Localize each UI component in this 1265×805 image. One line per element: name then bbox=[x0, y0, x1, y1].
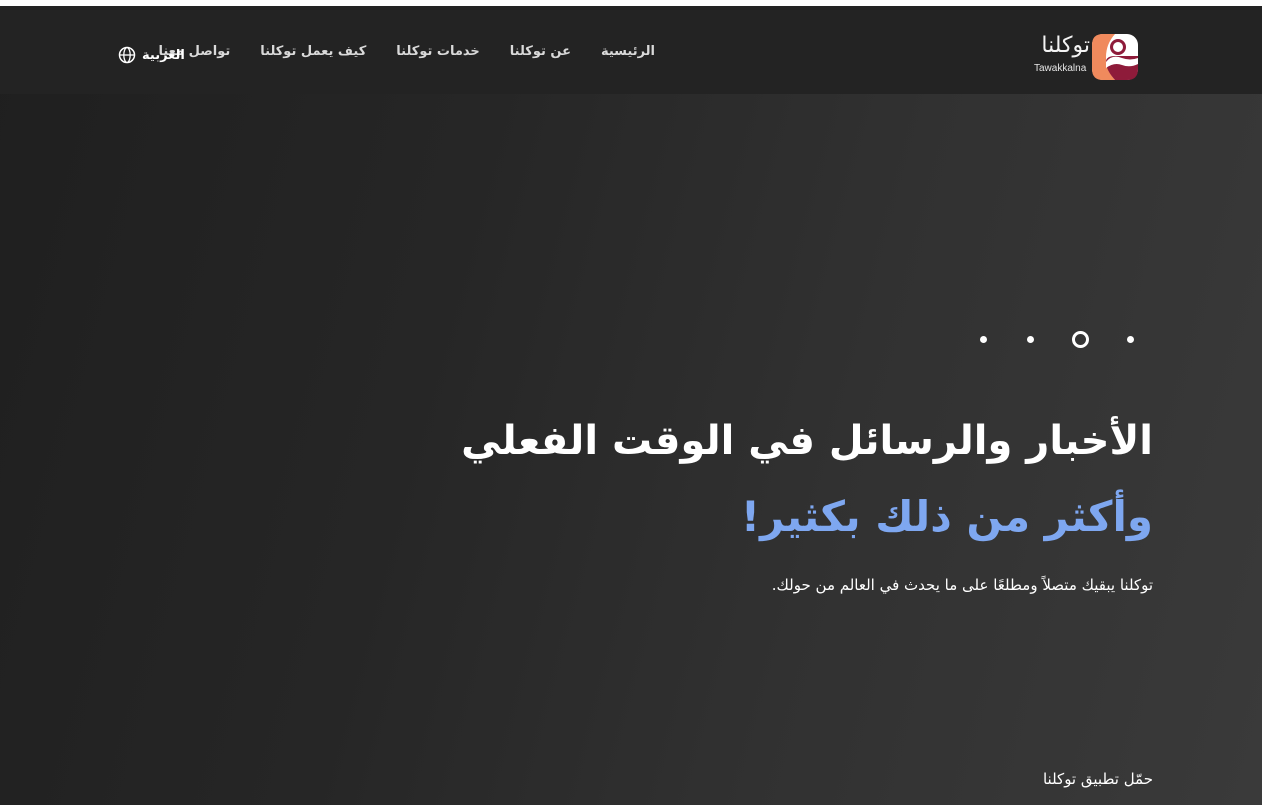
carousel-dots bbox=[975, 330, 1145, 350]
site-header: توكلنا Tawakkalna الرئيسية عن توكلنا خدم… bbox=[0, 6, 1262, 94]
logo-name-ar: توكلنا bbox=[1041, 33, 1090, 58]
nav-item-how-it-works[interactable]: كيف يعمل توكلنا bbox=[260, 44, 366, 59]
carousel-dot-1[interactable] bbox=[1127, 336, 1134, 343]
carousel-dot-4[interactable] bbox=[980, 336, 987, 343]
language-switcher[interactable]: العربية bbox=[118, 46, 185, 64]
logo-name-en: Tawakkalna bbox=[1034, 63, 1087, 74]
main-nav: الرئيسية عن توكلنا خدمات توكلنا كيف يعمل… bbox=[158, 44, 655, 59]
nav-item-home[interactable]: الرئيسية bbox=[601, 44, 655, 59]
page: توكلنا Tawakkalna الرئيسية عن توكلنا خدم… bbox=[0, 0, 1265, 805]
hero-description: توكلنا يبقيك متصلاً ومطلعًا على ما يحدث … bbox=[771, 576, 1153, 594]
nav-item-services[interactable]: خدمات توكلنا bbox=[396, 44, 479, 59]
hero-title: الأخبار والرسائل في الوقت الفعلي bbox=[461, 418, 1153, 464]
download-app-label: حمّل تطبيق توكلنا bbox=[1042, 770, 1153, 788]
tawakkalna-logo[interactable]: توكلنا Tawakkalna bbox=[1030, 33, 1142, 81]
hero-section bbox=[0, 6, 1262, 805]
carousel-dot-3[interactable] bbox=[1027, 336, 1034, 343]
carousel-dot-2[interactable] bbox=[1072, 331, 1089, 348]
globe-icon bbox=[118, 46, 136, 64]
language-label: العربية bbox=[142, 47, 185, 63]
hero-subtitle: وأكثر من ذلك بكثير! bbox=[740, 492, 1153, 541]
tawakkalna-logo-icon bbox=[1092, 34, 1138, 80]
nav-item-about[interactable]: عن توكلنا bbox=[510, 44, 571, 59]
